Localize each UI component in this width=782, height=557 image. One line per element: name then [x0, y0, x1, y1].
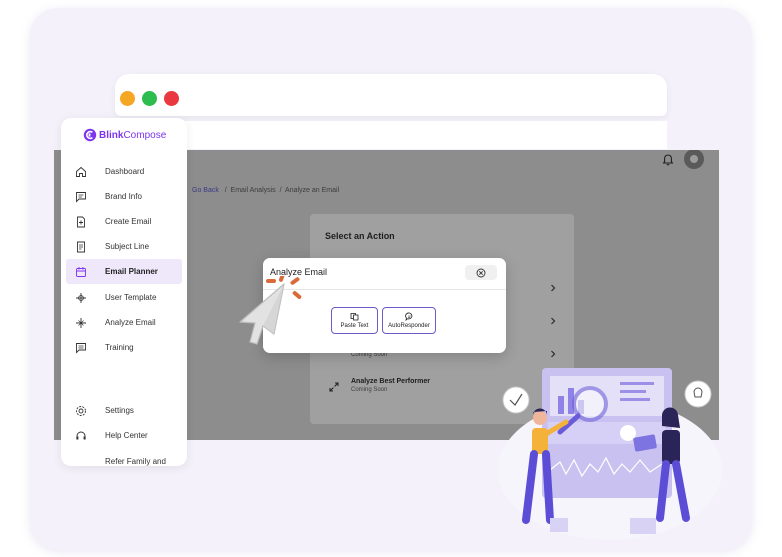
- training-icon: [76, 342, 86, 354]
- chat-icon: [76, 191, 86, 203]
- brand-logo[interactable]: BlinkCompose: [83, 128, 166, 142]
- chevron-right-icon[interactable]: [549, 317, 557, 325]
- breadcrumb: Go Back / Email Analysis / Analyze an Em…: [192, 187, 340, 194]
- template-icon: [76, 292, 86, 303]
- home-icon: [76, 166, 86, 177]
- go-back-link[interactable]: Go Back: [192, 187, 219, 194]
- window-minimize-dot[interactable]: [120, 91, 135, 106]
- sidebar-item-help-center[interactable]: Help Center: [66, 423, 182, 448]
- browser-title-bar: [115, 74, 667, 116]
- sidebar-item-settings[interactable]: Settings: [66, 398, 182, 423]
- browser-strip: [115, 121, 667, 149]
- sidebar-item-subject-line[interactable]: Subject Line: [66, 234, 182, 259]
- close-icon: [476, 268, 486, 277]
- file-plus-icon: [77, 216, 85, 227]
- sidebar-item-user-template[interactable]: User Template: [66, 285, 182, 310]
- click-cursor-icon: [239, 276, 302, 345]
- avatar[interactable]: [684, 150, 704, 169]
- sidebar-item-analyze-email[interactable]: Analyze Email: [66, 310, 182, 335]
- calendar-icon: [76, 266, 86, 277]
- breadcrumb-item: Analyze an Email: [285, 187, 340, 194]
- sidebar-item-create-email[interactable]: Create Email: [66, 209, 182, 234]
- sidebar-item-refer[interactable]: Refer Family and: [66, 449, 182, 466]
- expand-icon: [329, 382, 339, 392]
- window-maximize-dot[interactable]: [142, 91, 157, 106]
- sidebar: BlinkCompose Dashboard Brand Info Create…: [61, 118, 187, 466]
- breadcrumb-item[interactable]: Email Analysis: [231, 187, 276, 194]
- paste-text-button[interactable]: Paste Text: [331, 307, 378, 334]
- gear-icon: [76, 405, 86, 416]
- chevron-right-icon[interactable]: [549, 284, 557, 292]
- logo-icon: [83, 128, 97, 142]
- document-icon: [77, 241, 85, 252]
- analytics-illustration: [498, 368, 722, 540]
- paste-icon: [350, 313, 359, 321]
- bell-icon[interactable]: [661, 153, 675, 167]
- headset-icon: [76, 431, 86, 439]
- chat-bubble-icon: [404, 312, 412, 321]
- sidebar-item-training[interactable]: Training: [66, 335, 182, 360]
- sidebar-item-dashboard[interactable]: Dashboard: [66, 159, 182, 184]
- autoresponder-button[interactable]: AutoResponder: [382, 307, 436, 334]
- sidebar-item-brand-info[interactable]: Brand Info: [66, 184, 182, 209]
- analyze-icon: [76, 317, 86, 328]
- modal-close-button[interactable]: [465, 265, 497, 280]
- gift-icon: [75, 463, 87, 466]
- sidebar-item-email-planner[interactable]: Email Planner: [66, 259, 182, 284]
- window-close-dot[interactable]: [164, 91, 179, 106]
- panel-title: Select an Action: [325, 231, 395, 241]
